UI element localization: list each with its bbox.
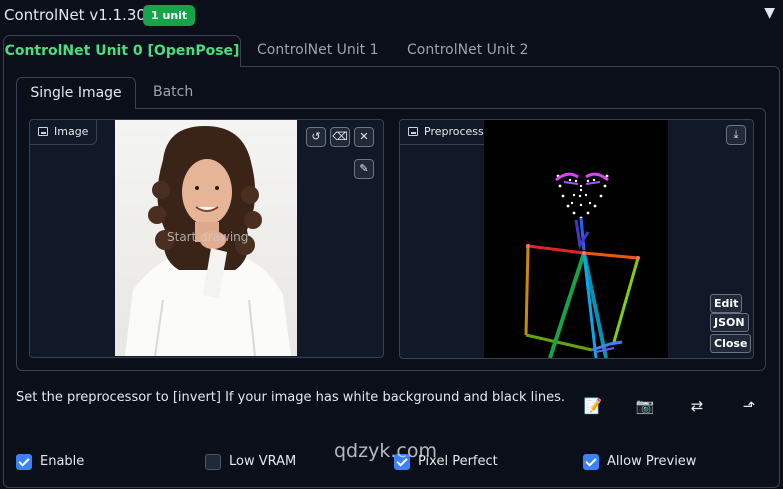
image-icon: [408, 127, 418, 136]
unit-count-badge: 1 unit: [143, 5, 196, 26]
eraser-icon[interactable]: ⌫: [330, 127, 350, 147]
camera-icon[interactable]: 📷: [634, 396, 656, 416]
low-vram-label: Low VRAM: [229, 454, 297, 469]
collapse-toggle-icon[interactable]: ▼: [764, 5, 775, 21]
tab-controlnet-unit-1[interactable]: ControlNet Unit 1: [257, 35, 379, 66]
tab-single-image[interactable]: Single Image: [16, 77, 136, 109]
preprocessor-hint: Set the preprocessor to [invert] If your…: [16, 390, 566, 405]
new-canvas-icon[interactable]: 📝: [582, 396, 604, 416]
undo-icon[interactable]: ↺: [306, 127, 326, 147]
edit-button[interactable]: Edit: [710, 294, 743, 313]
send-dimensions-icon[interactable]: ⬏: [738, 396, 760, 416]
accordion-title: ControlNet v1.1.305: [4, 6, 156, 24]
close-icon[interactable]: ✕: [354, 127, 374, 147]
image-label: Image: [30, 120, 98, 145]
close-button[interactable]: Close: [710, 334, 752, 353]
swap-icon[interactable]: ⇄: [686, 396, 708, 416]
allow-preview-label: Allow Preview: [607, 454, 697, 469]
allow-preview-check-box[interactable]: [583, 454, 599, 470]
enable-label: Enable: [40, 454, 85, 469]
download-icon[interactable]: ⤓: [726, 125, 746, 145]
pose-skeleton: [524, 172, 640, 358]
tab-batch[interactable]: Batch: [153, 77, 193, 108]
openpose-preview-image: [484, 120, 668, 358]
brush-icon[interactable]: ✎: [354, 159, 374, 179]
json-button[interactable]: JSON: [710, 313, 749, 332]
watermark: qdzyk.com: [334, 440, 437, 462]
tab-controlnet-unit-0[interactable]: ControlNet Unit 0 [OpenPose]: [3, 35, 241, 67]
low-vram-check-box[interactable]: [205, 454, 221, 470]
enable-check-box[interactable]: [16, 454, 32, 470]
unit-tab-bar: ControlNet Unit 0 [OpenPose] ControlNet …: [0, 35, 783, 67]
controlnet-header[interactable]: ControlNet v1.1.305 1 unit ▼: [0, 0, 783, 32]
image-label-text: Image: [54, 125, 89, 138]
image-icon: [38, 127, 48, 136]
uploaded-photo[interactable]: Start drawing: [115, 120, 297, 356]
tab-controlnet-unit-2[interactable]: ControlNet Unit 2: [407, 35, 529, 66]
start-drawing-overlay: Start drawing: [167, 230, 249, 244]
